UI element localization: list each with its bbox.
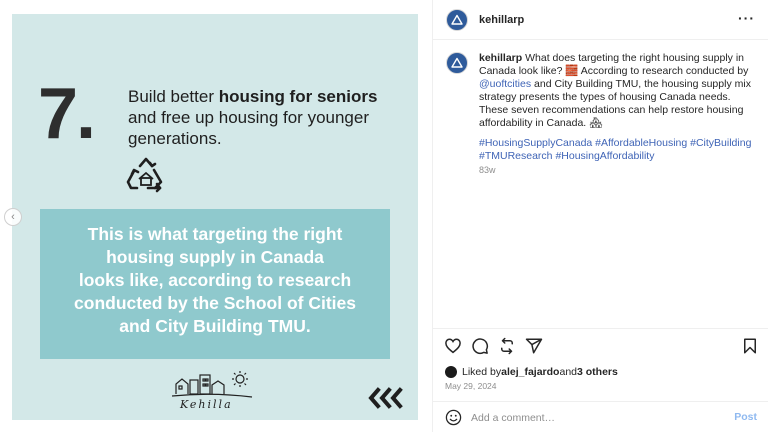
likes-prefix: Liked by [462,366,502,378]
mention-link[interactable]: @uoftcities [479,78,531,90]
headline-text: Build better [128,87,219,106]
recycle-home-icon [126,157,163,193]
more-options-button[interactable]: ··· [738,10,755,26]
callout-bold: targeting the right [192,224,343,244]
action-bar [433,328,768,364]
headline-bold: housing for seniors [218,87,378,106]
callout-text-line: looks like, according to research [78,270,352,290]
liker-username[interactable]: alej_fajardo [501,366,559,378]
caption-avatar[interactable] [446,52,468,74]
share-icon[interactable] [525,337,543,355]
comment-bar: Post [433,401,768,432]
post-sidebar: kehillarp ··· kehillarp What does target… [432,0,768,432]
likes-others-link[interactable]: 3 others [577,366,618,378]
heart-icon[interactable] [444,337,462,355]
repost-icon[interactable] [498,337,516,355]
post-comment-button[interactable]: Post [734,411,757,423]
chevron-left-icon: ‹ [11,211,15,223]
triangle-logo-icon [451,57,463,68]
likes-summary: Liked by alej_fajardo and 3 others [445,366,618,378]
callout-box: This is what targeting the right housing… [40,209,390,359]
comment-input[interactable] [471,410,721,426]
author-username[interactable]: kehillarp [479,14,524,26]
step-number: 7. [38,74,96,154]
author-avatar[interactable] [446,9,468,31]
comment-icon[interactable] [471,337,489,355]
post-date: May 29, 2024 [445,381,497,391]
emoji-icon[interactable] [445,409,462,426]
post-caption: kehillarp What does targeting the right … [479,52,755,130]
triple-chevron-left-icon [368,387,403,409]
likes-middle: and [559,366,578,378]
callout-bold-line: housing supply in Canada [106,247,324,267]
caption-age: 83w [479,165,496,175]
liker-avatar[interactable] [445,366,457,378]
triangle-logo-icon [451,14,463,25]
post-image: 7. Build better housing for seniors and … [12,14,418,420]
post-header: kehillarp ··· [433,0,768,40]
carousel-prev-button[interactable]: ‹ [4,208,22,226]
callout-text-line: and City Building TMU. [119,316,311,336]
callout-text-line: conducted by the School of Cities [74,293,356,313]
caption-hashtags[interactable]: #HousingSupplyCanada #AffordableHousing … [479,137,755,163]
bookmark-icon[interactable] [741,337,759,355]
post-headline: Build better housing for seniors and fre… [128,86,398,149]
logo-wordmark: Kehilla [180,398,233,411]
headline-text-end: and free up housing for younger generati… [128,108,370,148]
callout-text: This is what [87,224,193,244]
caption-username[interactable]: kehillarp [479,52,522,64]
